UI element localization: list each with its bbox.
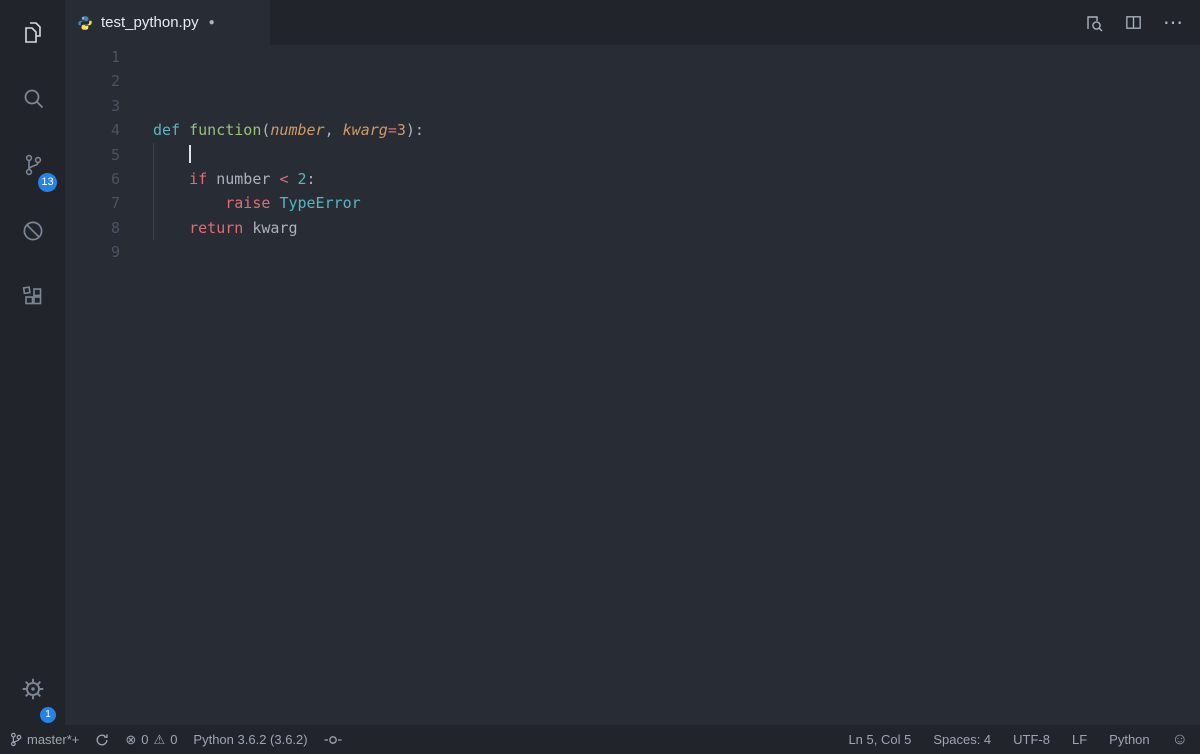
sidebar-item-explorer[interactable] <box>0 0 65 66</box>
line-content: raise TypeError <box>153 191 361 215</box>
line-number: 5 <box>65 143 120 167</box>
python-icon <box>77 15 93 31</box>
modified-dot-icon[interactable]: ● <box>209 17 215 28</box>
line-number: 2 <box>65 69 120 93</box>
code-line[interactable]: 5 <box>65 143 1200 167</box>
line-number: 9 <box>65 240 120 264</box>
code-line[interactable]: 3 <box>65 94 1200 118</box>
sidebar-item-extensions[interactable] <box>0 264 65 330</box>
tab-title: test_python.py <box>101 14 199 31</box>
status-bar-right: Ln 5, Col 5 Spaces: 4 UTF-8 LF Python ☺ <box>848 731 1188 749</box>
line-content: if number < 2: <box>153 167 316 191</box>
text-cursor <box>189 145 191 163</box>
indent-guide <box>153 143 154 167</box>
python-interpreter-selector[interactable]: Python 3.6.2 (3.6.2) <box>193 732 307 747</box>
sync-icon <box>95 733 109 747</box>
editor[interactable]: 1234 def function(number, kwarg=3): 5 6 if… <box>65 45 1200 725</box>
line-number: 7 <box>65 191 120 215</box>
status-bar: master*+ ⊗ 0 ⚠ 0 Python 3.6.2 (3.6.2) <box>0 725 1200 754</box>
editor-group: test_python.py ● ⋯ <box>65 0 1200 725</box>
gear-icon <box>20 676 46 702</box>
python-version-label: Python 3.6.2 (3.6.2) <box>193 732 307 747</box>
split-editor-icon[interactable] <box>1124 13 1143 32</box>
cursor-position-status[interactable]: Ln 5, Col 5 <box>848 732 911 747</box>
status-bar-left: master*+ ⊗ 0 ⚠ 0 Python 3.6.2 (3.6.2) <box>10 732 342 748</box>
line-number: 4 <box>65 118 120 142</box>
language-mode-status[interactable]: Python <box>1109 732 1149 747</box>
line-number: 8 <box>65 216 120 240</box>
vscode-window: 13 <box>0 0 1200 754</box>
activity-bar: 13 <box>0 0 65 725</box>
line-content: return kwarg <box>153 216 298 240</box>
extensions-icon <box>19 283 47 311</box>
line-number: 1 <box>65 45 120 69</box>
git-branch-status[interactable]: master*+ <box>10 732 79 747</box>
line-number: 6 <box>65 167 120 191</box>
code-line[interactable]: 9 <box>65 240 1200 264</box>
line-number: 3 <box>65 94 120 118</box>
sidebar-item-source-control[interactable]: 13 <box>0 132 65 198</box>
tab-bar: test_python.py ● ⋯ <box>65 0 1200 45</box>
error-icon: ⊗ <box>125 732 136 748</box>
warning-count: 0 <box>170 732 177 747</box>
line-content <box>153 143 191 167</box>
error-count: 0 <box>141 732 148 747</box>
git-branch-icon <box>10 732 22 747</box>
code-line[interactable]: 1 <box>65 45 1200 69</box>
feedback-smiley-icon[interactable]: ☺ <box>1172 731 1188 749</box>
indent-guide <box>153 191 154 215</box>
crosshair-button[interactable] <box>324 734 342 746</box>
code-line[interactable]: 6 if number < 2: <box>65 167 1200 191</box>
sync-button[interactable] <box>95 733 109 747</box>
more-actions-icon[interactable]: ⋯ <box>1163 13 1184 33</box>
sidebar-item-debug[interactable] <box>0 198 65 264</box>
indent-guide <box>153 216 154 240</box>
sidebar-item-settings[interactable]: 1 <box>0 653 65 725</box>
code-line[interactable]: 7 raise TypeError <box>65 191 1200 215</box>
search-icon <box>19 85 47 113</box>
editor-actions: ⋯ <box>1084 0 1200 45</box>
code-line[interactable]: 4 def function(number, kwarg=3): <box>65 118 1200 142</box>
tab-test-python[interactable]: test_python.py ● <box>65 0 270 45</box>
line-content: def function(number, kwarg=3): <box>153 118 424 142</box>
code-line[interactable]: 8 return kwarg <box>65 216 1200 240</box>
encoding-status[interactable]: UTF-8 <box>1013 732 1050 747</box>
indentation-status[interactable]: Spaces: 4 <box>933 732 991 747</box>
debug-icon <box>19 217 47 245</box>
crosshair-icon <box>324 734 342 746</box>
eol-status[interactable]: LF <box>1072 732 1087 747</box>
sidebar-item-search[interactable] <box>0 66 65 132</box>
warning-icon: ⚠ <box>154 732 166 748</box>
editor-lines: 1234 def function(number, kwarg=3): 5 6 if… <box>65 45 1200 265</box>
indent-guide <box>153 167 154 191</box>
source-control-badge: 13 <box>38 173 57 192</box>
code-line[interactable]: 2 <box>65 69 1200 93</box>
problems-status[interactable]: ⊗ 0 ⚠ 0 <box>125 732 177 748</box>
files-icon <box>19 19 47 47</box>
settings-badge: 1 <box>40 707 56 723</box>
search-editor-icon[interactable] <box>1084 13 1104 33</box>
activity-bar-spacer <box>0 330 65 653</box>
branch-label: master*+ <box>27 732 79 747</box>
